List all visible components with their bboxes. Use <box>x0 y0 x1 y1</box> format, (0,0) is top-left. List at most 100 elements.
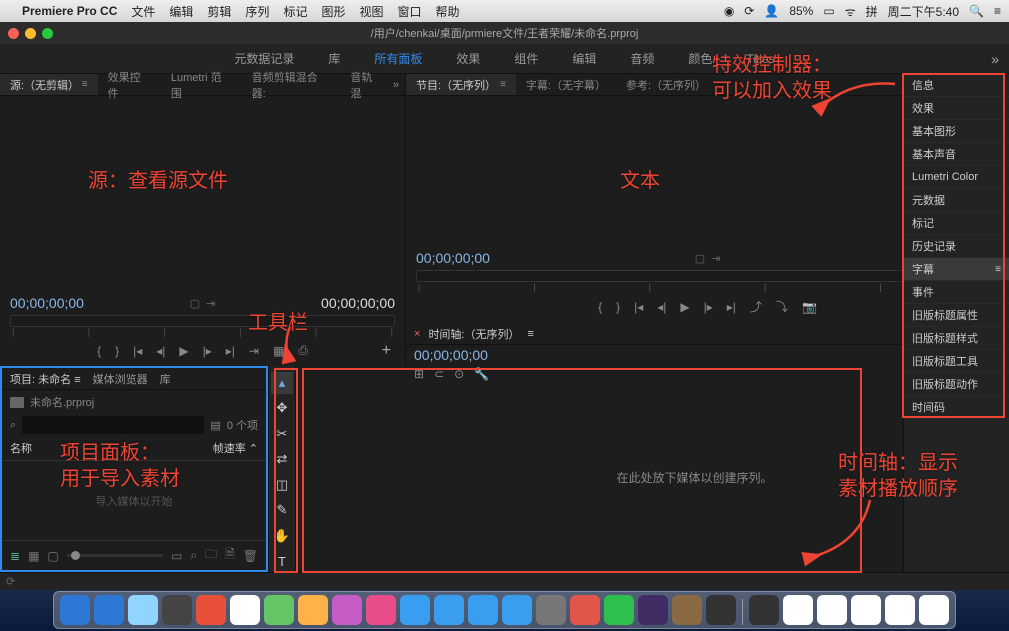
tab-media-browser[interactable]: 媒体浏览器 <box>93 371 148 387</box>
project-body[interactable]: 导入媒体以开始 <box>2 461 266 540</box>
panel-menu-icon[interactable]: ≡ <box>74 374 80 386</box>
export-frame-icon[interactable]: 📷 <box>802 300 817 314</box>
sidepanel-item-10[interactable]: 旧版标题属性 <box>904 304 1009 327</box>
menu-view[interactable]: 视图 <box>359 3 383 20</box>
panel-overflow-icon[interactable]: » <box>393 79 405 91</box>
ime-indicator[interactable]: 拼 <box>866 3 878 20</box>
step-fwd-icon[interactable]: |▸ <box>203 344 212 358</box>
dock-app-13[interactable] <box>502 595 532 625</box>
sync-icon[interactable]: ⟳ <box>744 4 754 18</box>
filter-icon[interactable]: ▤ <box>210 419 220 432</box>
pen-tool[interactable]: ✎ <box>271 500 293 522</box>
ws-titles[interactable]: Titles <box>746 52 774 66</box>
mark-out-icon[interactable]: } <box>115 344 119 358</box>
dock-app-9[interactable] <box>366 595 396 625</box>
dock-app-11[interactable] <box>434 595 464 625</box>
ripple-tool[interactable]: ✂ <box>271 423 293 445</box>
mark-in-icon[interactable]: { <box>598 300 602 314</box>
dock-app-5[interactable] <box>230 595 260 625</box>
col-name[interactable]: 名称 <box>10 440 130 456</box>
dock-app-21[interactable] <box>783 595 813 625</box>
razor-tool[interactable]: ⇄ <box>271 449 293 471</box>
tab-source[interactable]: 源:（无剪辑）≡ <box>0 74 98 95</box>
find-icon[interactable]: ⌕ <box>190 548 197 563</box>
dock-app-23[interactable] <box>851 595 881 625</box>
button-editor-icon[interactable]: + <box>382 342 391 360</box>
fit-icon[interactable]: ▢ <box>695 252 705 265</box>
sidepanel-item-1[interactable]: 效果 <box>904 97 1009 120</box>
lift-icon[interactable]: ⤴ <box>750 298 762 315</box>
overwrite-icon[interactable]: ▦ <box>273 344 284 358</box>
sidepanel-item-14[interactable]: 时间码 <box>904 396 1009 419</box>
menu-graphics[interactable]: 图形 <box>321 3 345 20</box>
menu-edit[interactable]: 编辑 <box>169 3 193 20</box>
source-viewport[interactable] <box>0 96 405 291</box>
ws-library[interactable]: 库 <box>328 50 340 67</box>
ws-all-panels[interactable]: 所有面板 <box>374 50 422 67</box>
step-back-icon[interactable]: ◂| <box>657 300 666 314</box>
dock-app-8[interactable] <box>332 595 362 625</box>
sidepanel-item-0[interactable]: 信息 <box>904 74 1009 97</box>
close-button[interactable] <box>8 28 19 39</box>
extract-icon[interactable]: ⤵ <box>776 298 788 315</box>
trash-icon[interactable]: 🗑 <box>243 549 258 563</box>
tab-audio-clip-mixer[interactable]: 音频剪辑混合器: <box>242 74 341 95</box>
dock-app-12[interactable] <box>468 595 498 625</box>
source-tc-in[interactable]: 00;00;00;00 <box>10 295 84 311</box>
panel-menu-icon[interactable]: ≡ <box>995 264 1001 275</box>
tab-program[interactable]: 节目:（无序列） ≡ <box>406 74 516 95</box>
cc-icon[interactable]: ◉ <box>724 4 734 18</box>
link-icon[interactable]: ⊂ <box>434 367 444 381</box>
dock-app-6[interactable] <box>264 595 294 625</box>
timeline-title[interactable]: 时间轴:（无序列） <box>428 326 519 342</box>
freeform-view-icon[interactable]: ▢ <box>47 549 58 563</box>
auto-seq-icon[interactable]: ▭ <box>171 549 182 563</box>
menu-help[interactable]: 帮助 <box>436 3 460 20</box>
ws-editing[interactable]: 编辑 <box>572 50 596 67</box>
list-view-icon[interactable]: ≣ <box>10 549 20 563</box>
sidepanel-item-2[interactable]: 基本图形 <box>904 120 1009 143</box>
type-tool[interactable]: T <box>271 551 293 573</box>
dock-app-18[interactable] <box>672 595 702 625</box>
ws-assembly[interactable]: 组件 <box>514 50 538 67</box>
timeline-body[interactable]: 在此处放下媒体以创建序列。 <box>406 383 983 572</box>
dock-app-10[interactable] <box>400 595 430 625</box>
menu-window[interactable]: 窗口 <box>397 3 421 20</box>
sidepanel-item-7[interactable]: 历史记录 <box>904 235 1009 258</box>
workspace-overflow-icon[interactable]: » <box>991 51 999 67</box>
ws-effects[interactable]: 效果 <box>456 50 480 67</box>
snap-icon[interactable]: ⊞ <box>414 367 424 381</box>
slip-tool[interactable]: ◫ <box>271 474 293 496</box>
zoom-button[interactable] <box>42 28 53 39</box>
dock-app-19[interactable] <box>706 595 736 625</box>
timeline-tc[interactable]: 00;00;00;00 <box>406 345 983 365</box>
dock-app-15[interactable] <box>570 595 600 625</box>
tab-audio-track[interactable]: 音轨混 <box>340 74 392 95</box>
fit-icon[interactable]: ▢ <box>190 297 200 310</box>
dock-app-1[interactable] <box>94 595 124 625</box>
sidepanel-item-12[interactable]: 旧版标题工具 <box>904 350 1009 373</box>
tab-project[interactable]: 项目: 未命名 ≡ <box>10 371 81 387</box>
go-out-icon[interactable]: ▸| <box>727 300 736 314</box>
go-in-icon[interactable]: |◂ <box>133 344 142 358</box>
panel-menu-icon[interactable]: ≡ <box>500 79 506 90</box>
play-icon[interactable]: ▶ <box>680 300 689 314</box>
program-tc-in[interactable]: 00;00;00;00 <box>416 250 490 266</box>
minimize-button[interactable] <box>25 28 36 39</box>
source-tc-out[interactable]: 00;00;00;00 <box>321 295 395 311</box>
project-search-input[interactable] <box>22 416 204 434</box>
mark-in-icon[interactable]: { <box>97 344 101 358</box>
menu-clip[interactable]: 剪辑 <box>207 3 231 20</box>
col-framerate[interactable]: 帧速率 ⌃ <box>213 440 258 456</box>
dock-app-4[interactable] <box>196 595 226 625</box>
new-item-icon[interactable]: 🗎 <box>225 545 235 566</box>
status-sync-icon[interactable]: ⟳ <box>6 575 15 588</box>
sidepanel-item-6[interactable]: 标记 <box>904 212 1009 235</box>
menu-sequence[interactable]: 序列 <box>245 3 269 20</box>
dock-app-22[interactable] <box>817 595 847 625</box>
dock-app-2[interactable] <box>128 595 158 625</box>
search-icon[interactable]: 🔍 <box>969 4 984 18</box>
sidepanel-item-9[interactable]: 事件 <box>904 281 1009 304</box>
marker-icon[interactable]: ⊙ <box>454 367 464 381</box>
sidepanel-item-4[interactable]: Lumetri Color <box>904 166 1009 189</box>
